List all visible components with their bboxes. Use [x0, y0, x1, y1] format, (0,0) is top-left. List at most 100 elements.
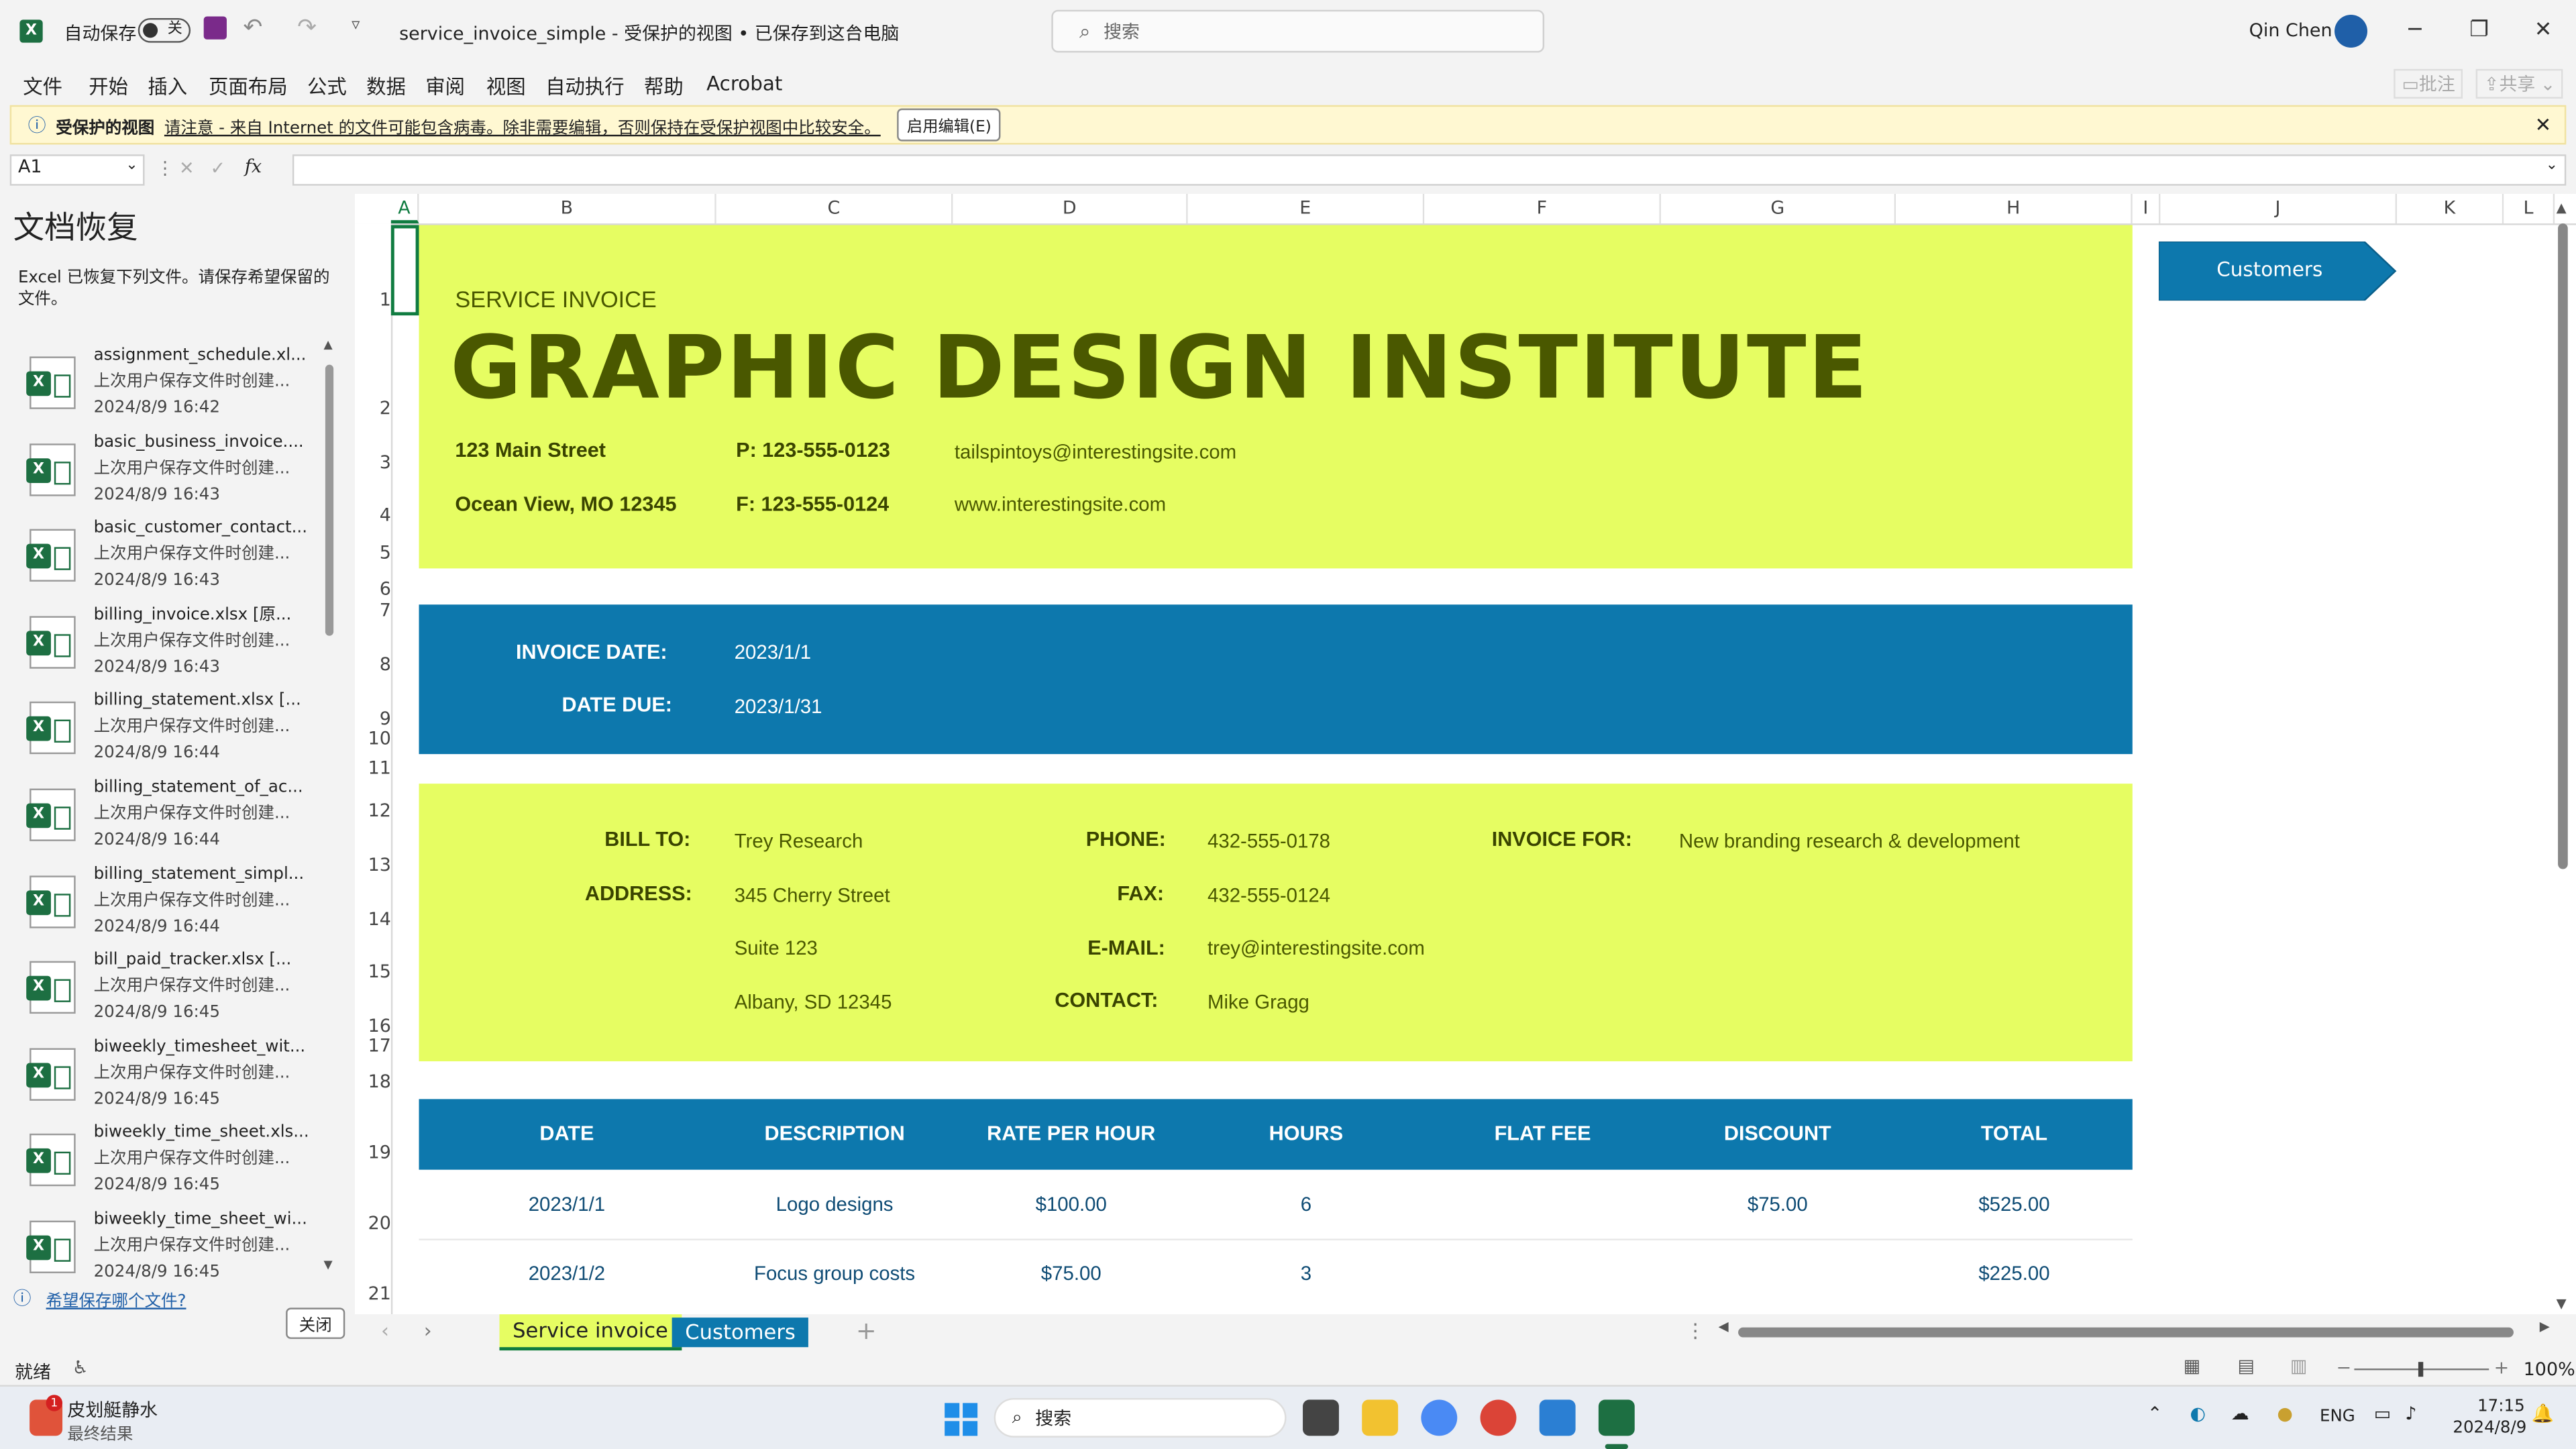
tab-help[interactable]: 帮助 — [644, 72, 684, 101]
edge-icon[interactable]: ◐ — [2190, 1403, 2206, 1424]
column-header[interactable]: C — [716, 193, 953, 224]
minimize-button[interactable]: ─ — [2383, 18, 2446, 43]
column-header[interactable]: D — [953, 193, 1188, 224]
recovered-file-item[interactable]: Xbasic_business_invoice.... 上次用户保存文件时创建..… — [23, 433, 327, 519]
tab-data[interactable]: 数据 — [366, 72, 406, 101]
expand-formula-icon[interactable]: ⌄ — [2546, 158, 2558, 174]
scroll-down-icon[interactable]: ▼ — [323, 1258, 332, 1272]
row-header[interactable]: 4 — [355, 504, 391, 526]
add-sheet-button[interactable]: + — [856, 1316, 877, 1346]
tab-formulas[interactable]: 公式 — [307, 72, 347, 101]
tab-file[interactable]: 文件 — [23, 72, 62, 101]
recovered-file-item[interactable]: Xbiweekly_timesheet_wit... 上次用户保存文件时创建...… — [23, 1038, 327, 1123]
chevron-down-icon[interactable]: ⌄ — [848, 18, 860, 34]
tab-page-layout[interactable]: 页面布局 — [209, 72, 288, 101]
h-scroll-thumb[interactable] — [1738, 1327, 2514, 1338]
tab-service-invoice[interactable]: Service invoice — [499, 1314, 682, 1351]
scroll-down-icon[interactable]: ▼ — [2557, 1296, 2567, 1311]
help-link[interactable]: 希望保存哪个文件? — [46, 1287, 186, 1311]
cancel-icon[interactable]: ✕ — [179, 158, 195, 179]
row-header[interactable]: 6 — [355, 578, 391, 600]
insert-function-icon[interactable]: fx — [245, 156, 262, 178]
tab-view[interactable]: 视图 — [486, 72, 526, 101]
windows-start-icon[interactable] — [945, 1403, 978, 1436]
task-view-icon[interactable] — [1303, 1399, 1339, 1436]
row-header[interactable]: 9 — [355, 708, 391, 730]
scroll-up-icon[interactable]: ▲ — [2557, 201, 2567, 215]
column-header[interactable]: E — [1187, 193, 1425, 224]
zoom-out-icon[interactable]: − — [2336, 1357, 2351, 1379]
horizontal-scrollbar[interactable]: ◀ ▶ — [1719, 1320, 2550, 1340]
row-header[interactable]: 11 — [355, 757, 391, 779]
share-button[interactable]: ⇪ 共享 ⌄ — [2475, 68, 2564, 99]
recovered-file-item[interactable]: Xbilling_statement_of_ac... 上次用户保存文件时创建..… — [23, 779, 327, 864]
next-sheet-icon[interactable]: › — [424, 1320, 432, 1342]
app-tray-icon[interactable]: ● — [2277, 1403, 2293, 1424]
column-header[interactable]: K — [2397, 193, 2504, 224]
scroll-thumb[interactable] — [325, 364, 334, 636]
recovered-file-item[interactable]: Xbilling_invoice.xlsx [原... 上次用户保存文件时创建..… — [23, 606, 327, 691]
clock-time[interactable]: 17:15 — [2477, 1398, 2525, 1416]
row-header[interactable]: 16 — [355, 1015, 391, 1036]
save-icon[interactable] — [203, 16, 227, 40]
clock-date[interactable]: 2024/8/9 — [2453, 1419, 2526, 1438]
enter-icon[interactable]: ✓ — [210, 158, 225, 179]
close-button[interactable]: ✕ — [2512, 18, 2575, 43]
tab-home[interactable]: 开始 — [89, 72, 128, 101]
scroll-left-icon[interactable]: ◀ — [1719, 1320, 1729, 1334]
tab-insert[interactable]: 插入 — [148, 72, 187, 101]
taskbar-search[interactable]: ⌕ 搜索 — [994, 1398, 1287, 1438]
onedrive-icon[interactable]: ☁ — [2231, 1403, 2249, 1424]
recovered-file-item[interactable]: Xbill_paid_tracker.xlsx [... 上次用户保存文件时创建.… — [23, 951, 327, 1036]
row-header[interactable]: 2 — [355, 398, 391, 419]
row-header[interactable]: 13 — [355, 854, 391, 875]
row-header[interactable]: 3 — [355, 451, 391, 473]
search-box[interactable]: ⌕ 搜索 — [1051, 9, 1545, 53]
row-header[interactable]: 20 — [355, 1212, 391, 1234]
zoom-in-icon[interactable]: + — [2494, 1357, 2510, 1379]
redo-icon[interactable]: ↷ — [297, 15, 317, 41]
row-header[interactable]: 15 — [355, 961, 391, 983]
language-indicator[interactable]: ENG — [2320, 1408, 2355, 1426]
column-header[interactable]: L — [2504, 193, 2555, 224]
file-explorer-icon[interactable] — [1362, 1399, 1399, 1436]
document-title[interactable]: service_invoice_simple - 受保护的视图 • 已保存到这台… — [399, 19, 899, 46]
vscode-icon[interactable] — [1539, 1399, 1576, 1436]
row-header[interactable]: 19 — [355, 1142, 391, 1163]
recovered-file-item[interactable]: Xbilling_statement_simpl... 上次用户保存文件时创建..… — [23, 865, 327, 951]
zoom-slider-thumb[interactable] — [2418, 1362, 2424, 1377]
chrome-profile-icon[interactable] — [1480, 1399, 1517, 1436]
formula-input[interactable]: ⌄ — [292, 154, 2567, 186]
column-header[interactable]: H — [1896, 193, 2133, 224]
tab-customers[interactable]: Customers — [672, 1318, 809, 1348]
show-hidden-icons[interactable]: ⌃ — [2147, 1403, 2163, 1424]
row-header[interactable]: 21 — [355, 1283, 391, 1305]
vertical-scrollbar[interactable]: ▲ ▼ — [2555, 201, 2571, 1311]
chrome-icon[interactable] — [1421, 1399, 1458, 1436]
row-header[interactable]: 12 — [355, 800, 391, 822]
comments-button[interactable]: ▭ 批注 — [2394, 68, 2464, 99]
worksheet-grid[interactable]: ABCDEFGHIJKL 1 2 3 4 5 6 7 8 9 10 11 12 13 14 15 16 17 18… — [354, 193, 2576, 1315]
avatar[interactable] — [2334, 15, 2368, 48]
tab-review[interactable]: 审阅 — [425, 72, 465, 101]
customize-toolbar-icon[interactable]: ▿ — [352, 16, 360, 34]
volume-icon[interactable]: ♪ — [2405, 1403, 2416, 1424]
undo-icon[interactable]: ↶ — [243, 15, 262, 41]
tab-acrobat[interactable]: Acrobat — [706, 72, 782, 95]
recovered-file-item[interactable]: Xbilling_statement.xlsx [... 上次用户保存文件时创建.… — [23, 692, 327, 777]
close-icon[interactable]: ✕ — [2535, 113, 2552, 136]
scroll-thumb[interactable] — [2558, 223, 2568, 869]
recovered-file-item[interactable]: Xbiweekly_time_sheet.xls... 上次用户保存文件时创建..… — [23, 1124, 327, 1210]
column-header[interactable]: A — [390, 193, 419, 224]
recovery-scrollbar[interactable]: ▲ ▼ — [323, 338, 337, 1272]
excel-taskbar-icon[interactable] — [1598, 1399, 1635, 1436]
close-pane-button[interactable]: 关闭 — [286, 1307, 345, 1339]
scroll-up-icon[interactable]: ▲ — [323, 338, 332, 352]
tab-automate[interactable]: 自动执行 — [545, 72, 625, 101]
autosave-toggle[interactable]: 关 — [138, 17, 191, 43]
row-header[interactable]: 10 — [355, 728, 391, 749]
enable-editing-button[interactable]: 启用编辑(E) — [897, 108, 1002, 142]
page-layout-view-icon[interactable]: ▤ — [2238, 1355, 2255, 1377]
name-box[interactable]: A1 ⌄ — [9, 154, 145, 186]
notifications-icon[interactable]: 🔔 — [2532, 1403, 2555, 1424]
